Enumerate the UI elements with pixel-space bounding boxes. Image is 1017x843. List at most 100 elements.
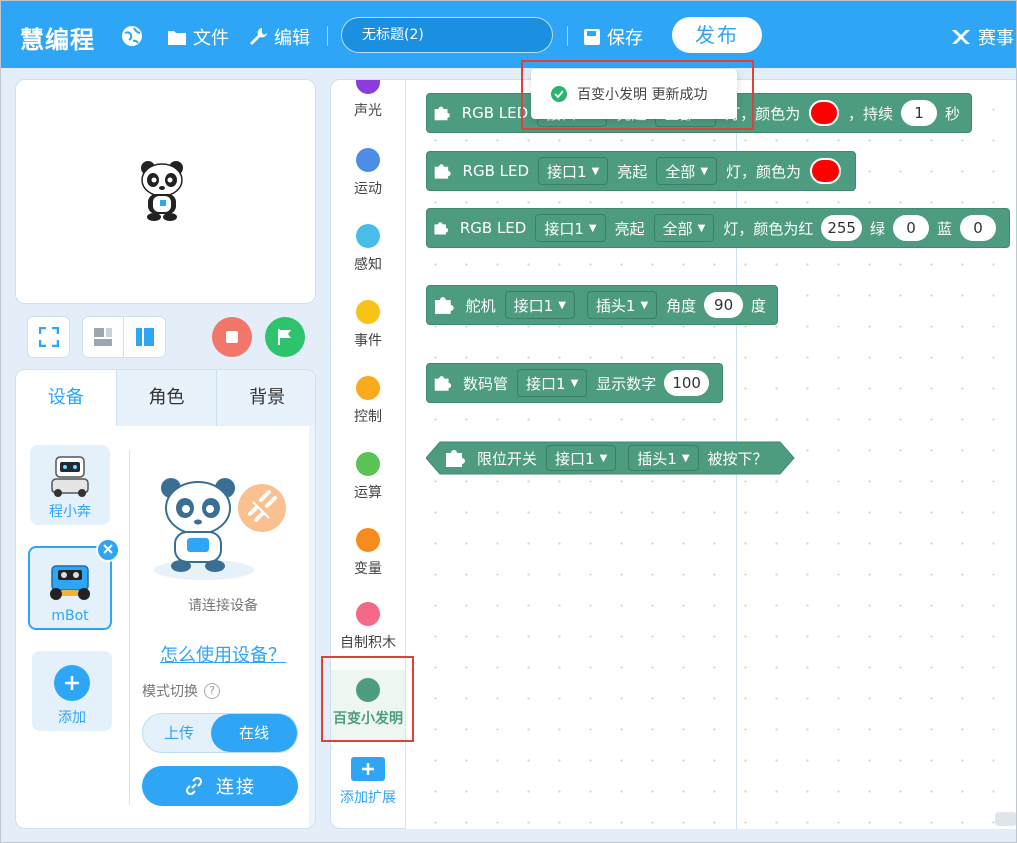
device-mbot[interactable]: mBot [28,538,120,630]
red-value-input[interactable]: 255 [821,215,862,241]
device-codey-rocky[interactable]: 程小奔 [30,445,110,525]
category-dot-icon [356,300,380,324]
led-scope-dropdown[interactable]: 全部▼ [653,214,715,242]
port-dropdown[interactable]: 接口1▼ [538,157,609,185]
led-scope-dropdown[interactable]: 全部▼ [656,157,718,185]
link-icon [185,776,203,796]
run-flag-button[interactable] [265,317,305,357]
block-seven-segment[interactable]: 数码管 接口1 ▼ 显示数字 100 [426,363,723,403]
block-limit-switch[interactable]: 限位开关 接口1 ▼ 插头1 ▼ 被按下？ [426,441,796,475]
language-button[interactable] [120,24,150,48]
panel-divider [129,450,130,805]
connect-button-label: 连接 [216,777,256,798]
small-stage-button[interactable] [82,316,124,358]
number-input[interactable]: 100 [664,370,709,396]
device-panel-scrollbar[interactable] [309,426,315,828]
layout-large-icon [135,328,154,346]
block-label: 数码管 [463,374,509,393]
top-bar: 慧编程 文件 编辑 无标题(2) 保存 发布 赛事 [0,0,1017,68]
device-label: 添加 [58,710,86,726]
add-extension-button[interactable]: 添加扩展 [331,757,405,807]
how-to-use-link[interactable]: 怎么使用设备？ [143,641,303,667]
globe-icon [122,26,142,46]
plug-dropdown[interactable]: 插头1 ▼ [586,291,658,319]
category-sound-light[interactable]: 声光 [331,80,405,120]
category-my-blocks[interactable]: 自制积木 [331,602,405,652]
duration-input[interactable]: 1 [900,100,937,126]
category-operators[interactable]: 运算 [331,452,405,502]
fullscreen-button[interactable] [27,316,70,358]
block-rgb-led-values[interactable]: RGB LED 接口1 ▼ 亮起 全部 ▼ 灯，颜色为红 255 绿 0 蓝 0 [426,208,1010,248]
close-icon [103,544,113,554]
tab-sprites[interactable]: 角色 [115,370,217,426]
tab-backgrounds[interactable]: 背景 [216,370,315,426]
block-label: RGB LED [459,219,527,237]
category-sensing[interactable]: 感知 [331,224,405,274]
puzzle-icon [446,450,465,467]
help-icon[interactable]: ? [204,683,220,699]
wrench-icon [250,28,267,45]
category-dot-icon [356,602,380,626]
color-picker[interactable] [810,158,841,184]
category-dot-icon [356,528,380,552]
category-label: 变量 [354,561,382,577]
block-label: ，持续 [847,104,893,123]
puzzle-icon [434,222,449,235]
mode-upload-option[interactable]: 上传 [143,714,215,752]
mode-toggle[interactable]: 上传 在线 [142,713,298,753]
workspace-scrollbar[interactable] [995,812,1017,826]
add-extension-icon [351,757,385,781]
angle-input[interactable]: 90 [704,292,743,318]
block-label: 度 [750,296,766,315]
puzzle-icon [434,106,450,121]
port-dropdown[interactable]: 接口1▼ [517,369,588,397]
large-stage-button[interactable] [123,316,166,358]
device-label: 程小奔 [49,504,91,520]
category-label: 运算 [354,485,382,501]
green-value-input[interactable]: 0 [892,215,929,241]
category-dot-icon [356,452,380,476]
toolbar-divider [567,26,568,46]
category-variables[interactable]: 变量 [331,528,405,578]
add-extension-label: 添加扩展 [340,790,396,806]
block-servo[interactable]: 舵机 接口1 ▼ 插头1 ▼ 角度 90 度 [426,285,778,325]
category-events[interactable]: 事件 [331,300,405,350]
save-icon [584,29,600,45]
block-label: RGB LED [462,162,530,180]
port-dropdown[interactable]: 接口1▼ [535,214,606,242]
category-motion[interactable]: 运动 [331,148,405,198]
connect-button[interactable]: 连接 [142,766,298,806]
blue-value-input[interactable]: 0 [960,215,996,241]
category-control[interactable]: 控制 [331,376,405,426]
contest-link[interactable]: 赛事 [950,24,1014,50]
block-label: 被按下？ [707,449,768,468]
plug-dropdown[interactable]: 插头1 ▼ [628,445,699,471]
mode-label-text: 模式切换 [142,684,198,700]
stop-icon [226,331,238,343]
save-label: 保存 [607,28,643,49]
highlight-category-box [321,656,414,742]
file-menu-label: 文件 [193,28,229,49]
edit-menu[interactable]: 编辑 [248,24,310,50]
category-label: 控制 [354,409,382,425]
block-rgb-led[interactable]: RGB LED 接口1 ▼ 亮起 全部 ▼ 灯，颜色为 [426,151,856,191]
block-label: RGB LED [461,104,529,122]
file-menu[interactable]: 文件 [167,24,229,50]
stop-button[interactable] [212,317,252,357]
remove-device-button[interactable] [96,538,120,562]
add-device-button[interactable]: 添加 [32,651,112,731]
port-dropdown[interactable]: 接口1▼ [504,291,575,319]
category-label: 声光 [354,103,382,119]
project-title-input[interactable]: 无标题(2) [341,17,553,53]
block-label: 限位开关 [477,449,538,468]
save-button[interactable]: 保存 [583,24,643,50]
color-picker[interactable] [809,100,839,126]
stage-canvas[interactable] [15,79,316,304]
tab-devices[interactable]: 设备 [16,370,116,426]
block-label: 亮起 [617,162,648,181]
panda-sprite[interactable] [138,160,186,222]
publish-button[interactable]: 发布 [672,17,762,53]
mode-online-option[interactable]: 在线 [211,714,297,752]
category-dot-icon [356,148,380,172]
port-dropdown[interactable]: 接口1▼ [546,445,617,471]
